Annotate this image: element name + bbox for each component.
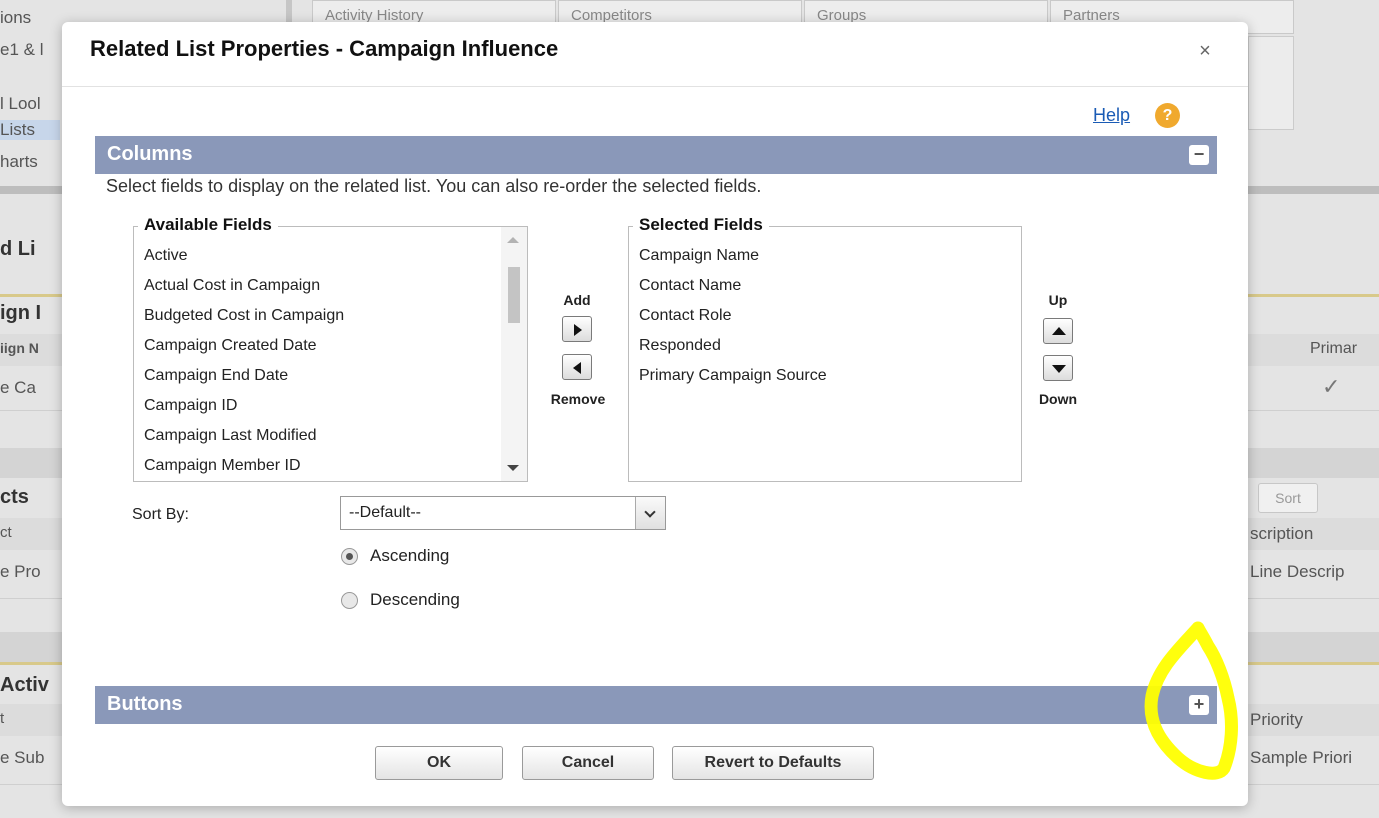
arrow-up-icon [1052, 327, 1066, 335]
header-divider [62, 86, 1248, 87]
related-list-properties-dialog: Related List Properties - Campaign Influ… [62, 22, 1248, 806]
expand-buttons-button[interactable]: + [1189, 695, 1209, 715]
available-field-item[interactable]: Active [134, 241, 527, 271]
available-fields-legend: Available Fields [138, 215, 278, 235]
bg-heading: cts [0, 486, 29, 508]
bg-col-header: ct [0, 524, 12, 541]
bg-sidebar-item: harts [0, 152, 38, 171]
bg-sidebar-item-selected: Lists [0, 120, 60, 140]
close-button[interactable]: × [1190, 36, 1220, 66]
selected-fields-items: Campaign Name Contact Name Contact Role … [629, 241, 1021, 391]
available-field-item[interactable]: Budgeted Cost in Campaign [134, 301, 527, 331]
available-field-item[interactable]: Actual Cost in Campaign [134, 271, 527, 301]
buttons-section-header[interactable]: Buttons + [95, 686, 1217, 724]
descending-label: Descending [370, 590, 460, 609]
ascending-radio[interactable] [341, 548, 358, 566]
available-fields-list[interactable]: Available Fields Active Actual Cost in C… [133, 215, 528, 482]
scroll-up-arrow-icon[interactable] [507, 237, 519, 243]
move-up-button[interactable] [1043, 318, 1073, 344]
bg-tab-panel [1248, 36, 1294, 130]
bg-col-header: t [0, 710, 5, 727]
arrow-down-icon [1052, 365, 1066, 373]
descending-option[interactable]: Descending [341, 590, 460, 610]
dialog-title: Related List Properties - Campaign Influ… [90, 36, 559, 61]
bg-heading: ign I [0, 302, 42, 324]
bg-sidebar-item: l Lool [0, 94, 41, 113]
descending-radio[interactable] [341, 592, 358, 610]
arrow-right-icon [574, 324, 582, 336]
revert-to-defaults-button[interactable]: Revert to Defaults [672, 746, 874, 780]
bg-sort-button: Sort [1258, 483, 1318, 513]
ascending-option[interactable]: Ascending [341, 546, 449, 566]
cancel-button[interactable]: Cancel [522, 746, 654, 780]
selected-fields-legend: Selected Fields [633, 215, 769, 235]
available-field-item[interactable]: Campaign End Date [134, 361, 527, 391]
selected-field-item[interactable]: Responded [629, 331, 1021, 361]
available-field-item[interactable]: Campaign Member ID [134, 451, 527, 481]
selected-field-item[interactable]: Primary Campaign Source [629, 361, 1021, 391]
help-icon[interactable]: ? [1155, 103, 1180, 128]
selected-field-item[interactable]: Contact Role [629, 301, 1021, 331]
selected-fields-list[interactable]: Selected Fields Campaign Name Contact Na… [628, 215, 1022, 482]
bg-col-header: scription [1250, 524, 1314, 543]
bg-col-header: iign N [0, 340, 39, 356]
columns-section-title: Columns [107, 143, 193, 165]
help-link[interactable]: Help [1093, 105, 1130, 126]
available-fields-scrollbar[interactable] [501, 227, 527, 481]
bg-heading: Activ [0, 674, 49, 696]
sort-by-select[interactable]: --Default-- [340, 496, 666, 530]
available-field-item[interactable]: Campaign Created Date [134, 331, 527, 361]
bg-heading: d Li [0, 238, 36, 260]
bg-checkmark: ✓ [1322, 374, 1341, 399]
selected-field-item[interactable]: Contact Name [629, 271, 1021, 301]
add-label: Add [563, 292, 591, 308]
bg-cell: Sample Priori [1250, 748, 1353, 767]
bg-col-header: Priority [1250, 710, 1303, 729]
bg-cell: Line Descrip [1250, 562, 1345, 581]
dropdown-arrow-icon[interactable] [635, 497, 665, 529]
available-field-item[interactable]: Campaign Last Modified [134, 421, 527, 451]
sort-by-label: Sort By: [132, 506, 189, 523]
bg-cell: e Sub [0, 748, 45, 767]
dialog-header: Related List Properties - Campaign Influ… [62, 22, 1248, 86]
remove-button[interactable] [562, 354, 592, 380]
selected-field-item[interactable]: Campaign Name [629, 241, 1021, 271]
add-button[interactable] [562, 316, 592, 342]
bg-sidebar-item: e1 & l [0, 40, 44, 59]
columns-description: Select fields to display on the related … [106, 176, 762, 196]
columns-section-header[interactable]: Columns − [95, 136, 1217, 174]
available-fields-items: Active Actual Cost in Campaign Budgeted … [134, 241, 527, 481]
bg-cell: e Pro [0, 562, 41, 581]
buttons-section-title: Buttons [107, 693, 183, 715]
available-field-item[interactable]: Campaign ID [134, 391, 527, 421]
down-label: Down [1038, 391, 1078, 407]
arrow-left-icon [573, 362, 581, 374]
bg-col-header: Primar [1310, 340, 1358, 357]
bg-sidebar-item: ions [0, 8, 32, 27]
scroll-down-arrow-icon[interactable] [507, 465, 519, 471]
scroll-thumb[interactable] [508, 267, 520, 323]
ok-button[interactable]: OK [375, 746, 503, 780]
sort-by-selected-value: --Default-- [349, 504, 422, 521]
collapse-columns-button[interactable]: − [1189, 145, 1209, 165]
move-down-button[interactable] [1043, 355, 1073, 381]
up-label: Up [1048, 292, 1068, 308]
bg-cell: e Ca [0, 378, 36, 397]
remove-label: Remove [550, 391, 606, 407]
ascending-label: Ascending [370, 546, 450, 565]
